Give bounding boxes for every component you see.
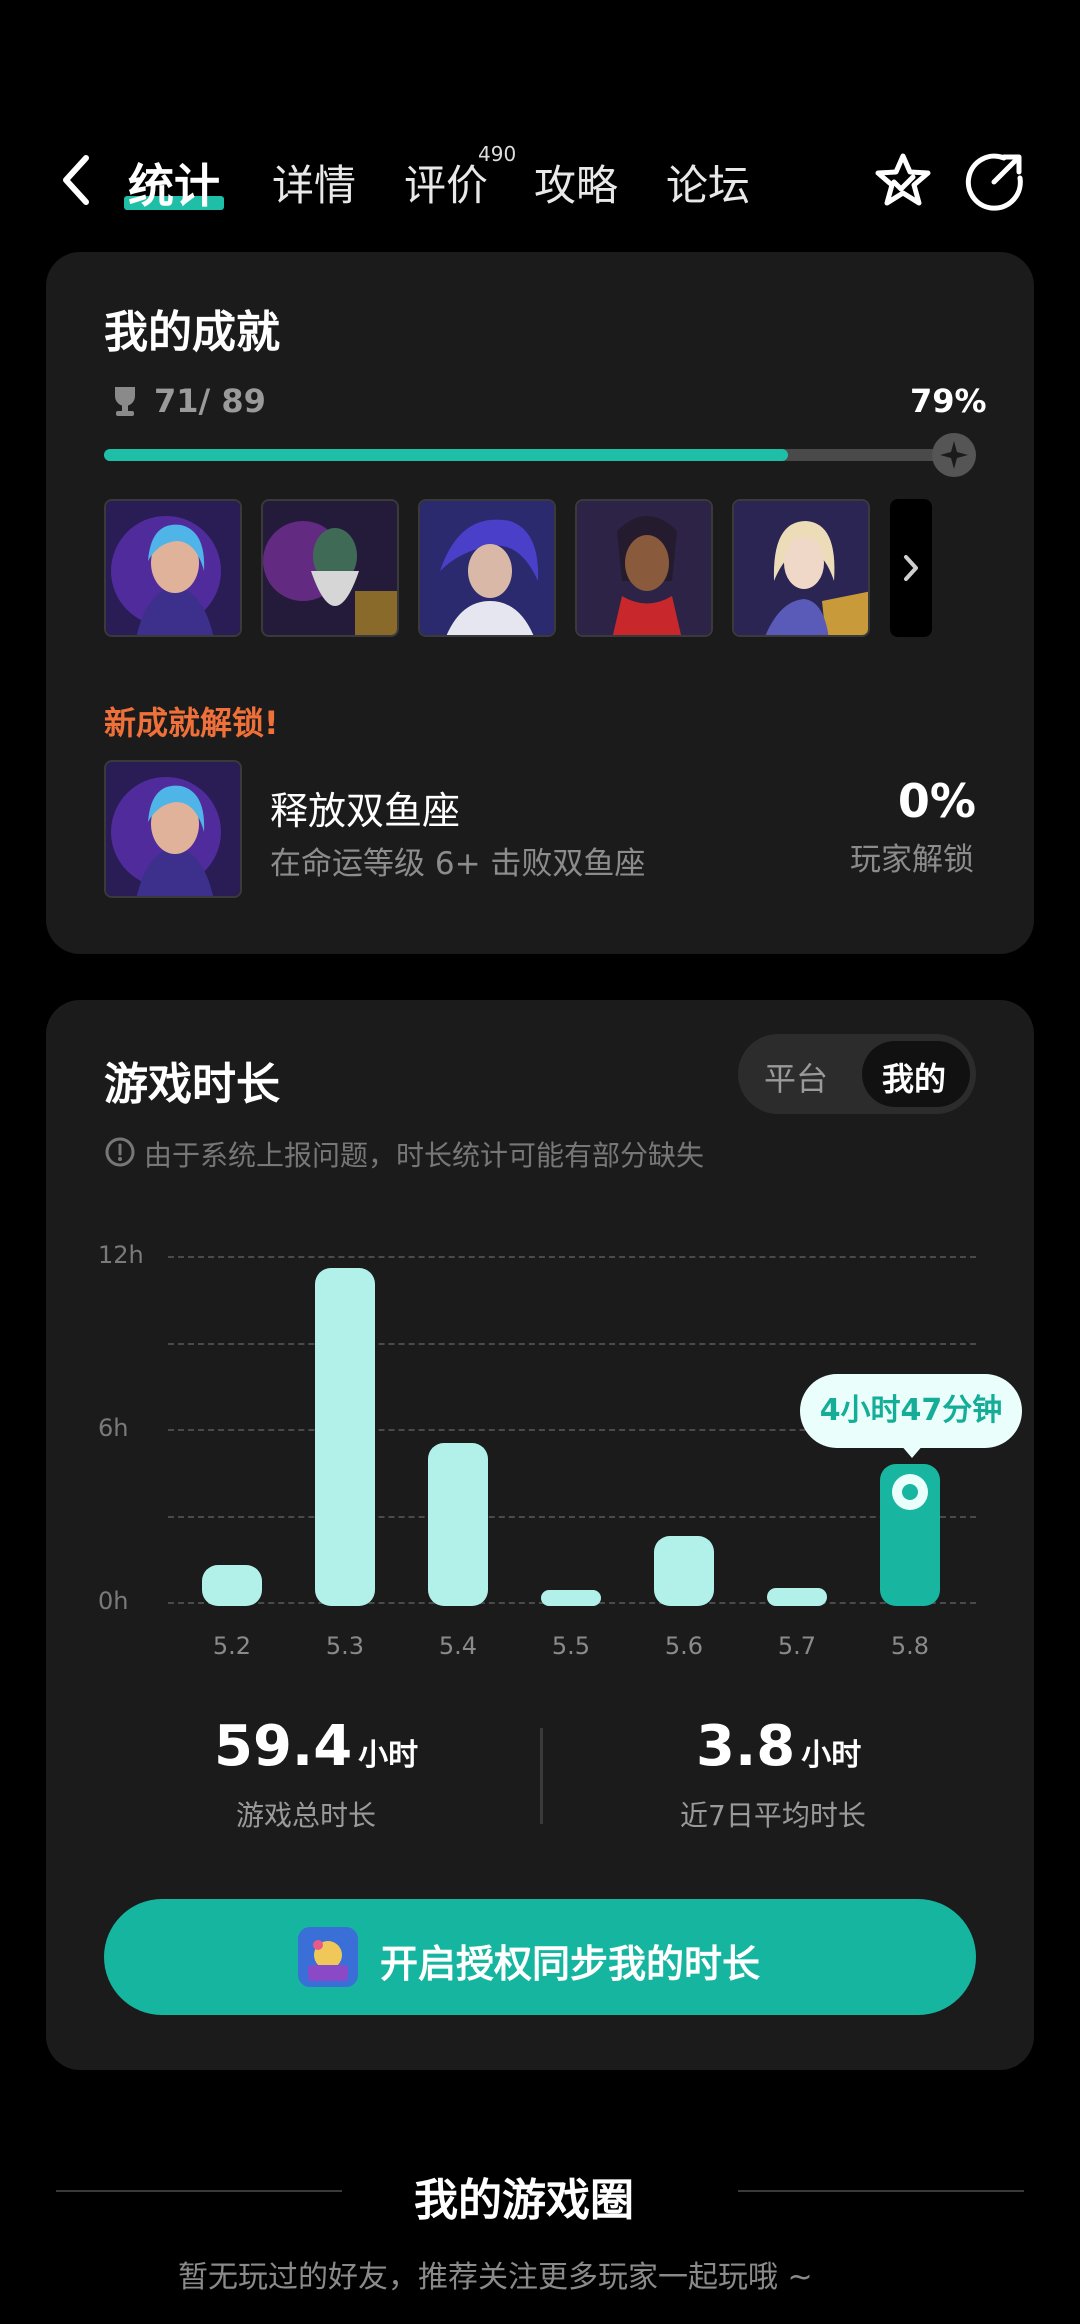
reviews-count-badge: 490 xyxy=(478,142,517,166)
achievement-thumb[interactable] xyxy=(575,499,713,637)
divider-left xyxy=(56,2190,342,2192)
tab-guides[interactable]: 攻略 xyxy=(534,152,618,213)
achievement-thumb[interactable] xyxy=(418,499,556,637)
achievement-description: 在命运等级 6+ 击败双鱼座 xyxy=(270,846,646,882)
back-icon xyxy=(63,155,89,205)
info-icon xyxy=(104,1136,136,1172)
game-app-icon xyxy=(298,1927,358,1987)
avg-playtime-value: 3.8 xyxy=(696,1714,796,1779)
toggle-option-mine[interactable]: 我的 xyxy=(882,1054,946,1100)
tab-forum[interactable]: 论坛 xyxy=(666,152,750,213)
achievement-name: 释放双鱼座 xyxy=(270,789,461,833)
champion-portrait-image xyxy=(106,501,240,635)
total-playtime-label: 游戏总时长 xyxy=(236,1799,377,1832)
achievement-percent: 79% xyxy=(910,382,987,420)
total-playtime-value: 59.4 xyxy=(214,1714,353,1779)
more-achievements-button[interactable] xyxy=(890,499,932,637)
champion-portrait-image xyxy=(577,501,711,635)
divider-right xyxy=(738,2190,1024,2192)
star-badge-icon xyxy=(875,153,931,206)
playtime-title: 游戏时长 xyxy=(104,1059,280,1110)
progress-end-icon xyxy=(932,433,976,477)
game-circle-empty-text: 暂无玩过的好友，推荐关注更多玩家一起玩哦 ~ xyxy=(178,2260,813,2295)
back-button[interactable] xyxy=(58,150,98,210)
tooltip-pointer xyxy=(900,1444,924,1458)
total-playtime-unit: 小时 xyxy=(358,1738,419,1773)
total-playtime: 59.4 小时 xyxy=(214,1714,418,1779)
achievement-thumb[interactable] xyxy=(104,499,242,637)
new-achievement-label: 新成就解锁! xyxy=(104,704,279,742)
authorize-sync-label: 开启授权同步我的时长 xyxy=(380,1942,761,1986)
stats-divider xyxy=(540,1728,543,1824)
achievement-count: 71/ 89 xyxy=(154,382,266,420)
tab-reviews[interactable]: 评价 490 xyxy=(404,142,516,213)
tab-stats[interactable]: 统计 xyxy=(128,150,220,216)
achievements-title: 我的成就 xyxy=(104,307,280,358)
unlocked-achievement-thumb[interactable] xyxy=(104,760,242,898)
champion-portrait-image xyxy=(734,501,868,635)
avg-playtime-unit: 小时 xyxy=(801,1738,862,1773)
avg-playtime: 3.8 小时 xyxy=(696,1714,861,1779)
tab-details[interactable]: 详情 xyxy=(272,152,356,213)
champion-portrait-image xyxy=(263,501,397,635)
follow-button[interactable] xyxy=(872,150,934,212)
share-icon xyxy=(965,153,1023,211)
achievement-progress-bar xyxy=(104,433,976,477)
achievement-progress-fill xyxy=(104,449,789,461)
game-circle-title: 我的游戏圈 xyxy=(414,2175,634,2226)
champion-portrait-image xyxy=(106,762,240,896)
share-button[interactable] xyxy=(964,150,1026,212)
toggle-option-platform[interactable]: 平台 xyxy=(764,1054,828,1100)
selected-bar-tooltip: 4小时47分钟 xyxy=(800,1374,1022,1448)
achievement-thumb[interactable] xyxy=(732,499,870,637)
tab-reviews-label: 评价 xyxy=(404,161,489,210)
avg-playtime-label: 近7日平均时长 xyxy=(680,1799,866,1832)
trophy-icon xyxy=(110,384,140,422)
chevron-right-icon xyxy=(904,555,918,581)
achievement-thumb[interactable] xyxy=(261,499,399,637)
authorize-sync-button[interactable]: 开启授权同步我的时长 xyxy=(104,1899,976,2015)
achievement-unlock-rate-label: 玩家解锁 xyxy=(850,842,974,878)
achievement-unlock-rate: 0% xyxy=(897,774,976,828)
champion-portrait-image xyxy=(420,501,554,635)
data-notice: 由于系统上报问题，时长统计可能有部分缺失 xyxy=(144,1139,705,1172)
